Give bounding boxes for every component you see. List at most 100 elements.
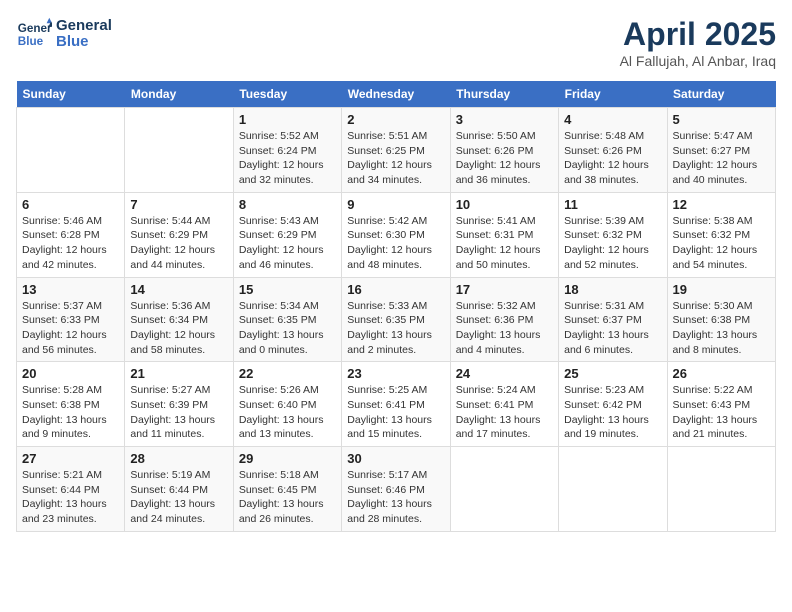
svg-text:Blue: Blue [18,35,44,48]
sunrise-text: Sunrise: 5:24 AM [456,384,536,396]
daylight-text: Daylight: 12 hours and 54 minutes. [673,244,758,271]
daylight-text: Daylight: 12 hours and 50 minutes. [456,244,541,271]
day-number: 23 [347,366,444,381]
sunrise-text: Sunrise: 5:47 AM [673,130,753,142]
calendar-week-row: 13 Sunrise: 5:37 AM Sunset: 6:33 PM Dayl… [17,277,776,362]
sunrise-text: Sunrise: 5:41 AM [456,215,536,227]
sunset-text: Sunset: 6:32 PM [673,229,751,241]
sunset-text: Sunset: 6:34 PM [130,314,208,326]
daylight-text: Daylight: 13 hours and 23 minutes. [22,498,107,525]
sunset-text: Sunset: 6:29 PM [239,229,317,241]
day-number: 19 [673,282,770,297]
sunset-text: Sunset: 6:26 PM [456,145,534,157]
logo-general: General [56,18,112,35]
calendar-cell: 16 Sunrise: 5:33 AM Sunset: 6:35 PM Dayl… [342,277,450,362]
day-number: 30 [347,451,444,466]
sunrise-text: Sunrise: 5:31 AM [564,300,644,312]
sunrise-text: Sunrise: 5:50 AM [456,130,536,142]
sunset-text: Sunset: 6:28 PM [22,229,100,241]
daylight-text: Daylight: 13 hours and 24 minutes. [130,498,215,525]
page-header: General Blue General Blue April 2025 Al … [16,16,776,69]
day-number: 5 [673,112,770,127]
sunrise-text: Sunrise: 5:19 AM [130,469,210,481]
calendar-cell: 21 Sunrise: 5:27 AM Sunset: 6:39 PM Dayl… [125,362,233,447]
sunset-text: Sunset: 6:38 PM [22,399,100,411]
sunset-text: Sunset: 6:36 PM [456,314,534,326]
calendar-cell: 1 Sunrise: 5:52 AM Sunset: 6:24 PM Dayli… [233,108,341,193]
daylight-text: Daylight: 12 hours and 58 minutes. [130,329,215,356]
day-number: 13 [22,282,119,297]
sunrise-text: Sunrise: 5:51 AM [347,130,427,142]
sunrise-text: Sunrise: 5:43 AM [239,215,319,227]
sunset-text: Sunset: 6:39 PM [130,399,208,411]
sunrise-text: Sunrise: 5:17 AM [347,469,427,481]
calendar-cell: 6 Sunrise: 5:46 AM Sunset: 6:28 PM Dayli… [17,192,125,277]
calendar-cell: 22 Sunrise: 5:26 AM Sunset: 6:40 PM Dayl… [233,362,341,447]
day-number: 1 [239,112,336,127]
daylight-text: Daylight: 13 hours and 6 minutes. [564,329,649,356]
daylight-text: Daylight: 12 hours and 36 minutes. [456,159,541,186]
day-number: 24 [456,366,553,381]
daylight-text: Daylight: 13 hours and 15 minutes. [347,414,432,441]
day-number: 22 [239,366,336,381]
calendar-cell: 24 Sunrise: 5:24 AM Sunset: 6:41 PM Dayl… [450,362,558,447]
weekday-header-monday: Monday [125,81,233,108]
day-number: 18 [564,282,661,297]
sunset-text: Sunset: 6:44 PM [22,484,100,496]
calendar-cell [450,447,558,532]
calendar-cell: 9 Sunrise: 5:42 AM Sunset: 6:30 PM Dayli… [342,192,450,277]
sunset-text: Sunset: 6:30 PM [347,229,425,241]
sunset-text: Sunset: 6:24 PM [239,145,317,157]
sunrise-text: Sunrise: 5:44 AM [130,215,210,227]
sunset-text: Sunset: 6:26 PM [564,145,642,157]
sunrise-text: Sunrise: 5:42 AM [347,215,427,227]
daylight-text: Daylight: 12 hours and 56 minutes. [22,329,107,356]
calendar-cell: 29 Sunrise: 5:18 AM Sunset: 6:45 PM Dayl… [233,447,341,532]
daylight-text: Daylight: 13 hours and 11 minutes. [130,414,215,441]
calendar-cell: 2 Sunrise: 5:51 AM Sunset: 6:25 PM Dayli… [342,108,450,193]
sunset-text: Sunset: 6:38 PM [673,314,751,326]
sunrise-text: Sunrise: 5:39 AM [564,215,644,227]
calendar-header: SundayMondayTuesdayWednesdayThursdayFrid… [17,81,776,108]
calendar-cell: 18 Sunrise: 5:31 AM Sunset: 6:37 PM Dayl… [559,277,667,362]
weekday-header-thursday: Thursday [450,81,558,108]
day-number: 29 [239,451,336,466]
sunrise-text: Sunrise: 5:21 AM [22,469,102,481]
calendar-cell: 17 Sunrise: 5:32 AM Sunset: 6:36 PM Dayl… [450,277,558,362]
sunset-text: Sunset: 6:46 PM [347,484,425,496]
location-subtitle: Al Fallujah, Al Anbar, Iraq [620,53,776,69]
calendar-cell: 28 Sunrise: 5:19 AM Sunset: 6:44 PM Dayl… [125,447,233,532]
daylight-text: Daylight: 13 hours and 13 minutes. [239,414,324,441]
sunrise-text: Sunrise: 5:36 AM [130,300,210,312]
day-number: 21 [130,366,227,381]
calendar-table: SundayMondayTuesdayWednesdayThursdayFrid… [16,81,776,532]
day-number: 6 [22,197,119,212]
calendar-cell [667,447,775,532]
daylight-text: Daylight: 12 hours and 52 minutes. [564,244,649,271]
daylight-text: Daylight: 13 hours and 28 minutes. [347,498,432,525]
calendar-cell: 11 Sunrise: 5:39 AM Sunset: 6:32 PM Dayl… [559,192,667,277]
sunset-text: Sunset: 6:41 PM [456,399,534,411]
day-number: 17 [456,282,553,297]
daylight-text: Daylight: 12 hours and 44 minutes. [130,244,215,271]
calendar-cell: 8 Sunrise: 5:43 AM Sunset: 6:29 PM Dayli… [233,192,341,277]
calendar-cell [17,108,125,193]
calendar-cell: 12 Sunrise: 5:38 AM Sunset: 6:32 PM Dayl… [667,192,775,277]
day-number: 2 [347,112,444,127]
weekday-header-wednesday: Wednesday [342,81,450,108]
sunrise-text: Sunrise: 5:32 AM [456,300,536,312]
calendar-cell: 20 Sunrise: 5:28 AM Sunset: 6:38 PM Dayl… [17,362,125,447]
day-number: 7 [130,197,227,212]
calendar-cell: 13 Sunrise: 5:37 AM Sunset: 6:33 PM Dayl… [17,277,125,362]
day-number: 26 [673,366,770,381]
calendar-body: 1 Sunrise: 5:52 AM Sunset: 6:24 PM Dayli… [17,108,776,532]
daylight-text: Daylight: 12 hours and 32 minutes. [239,159,324,186]
svg-text:General: General [18,22,52,35]
sunrise-text: Sunrise: 5:26 AM [239,384,319,396]
calendar-week-row: 1 Sunrise: 5:52 AM Sunset: 6:24 PM Dayli… [17,108,776,193]
logo-blue: Blue [56,34,112,51]
calendar-cell: 19 Sunrise: 5:30 AM Sunset: 6:38 PM Dayl… [667,277,775,362]
sunrise-text: Sunrise: 5:33 AM [347,300,427,312]
sunrise-text: Sunrise: 5:38 AM [673,215,753,227]
sunset-text: Sunset: 6:40 PM [239,399,317,411]
